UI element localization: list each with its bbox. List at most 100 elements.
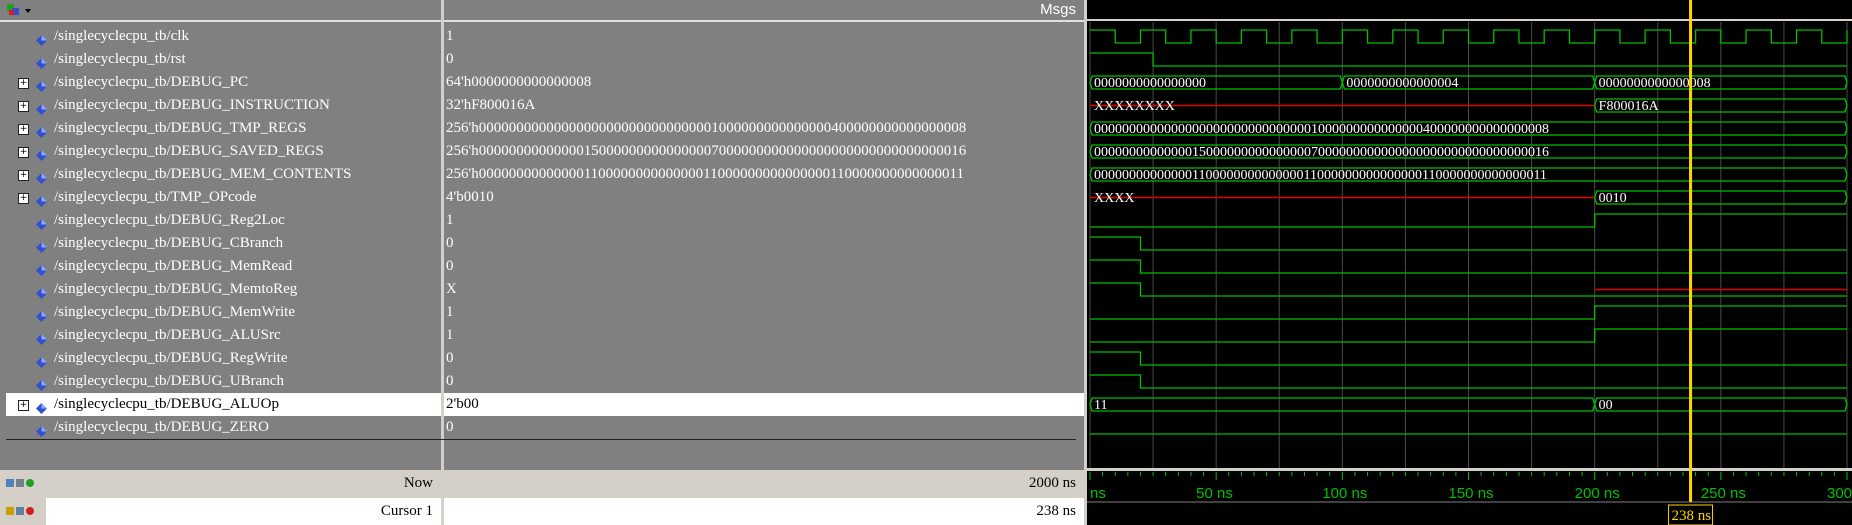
signal-value-row[interactable]: 0 bbox=[444, 370, 1084, 393]
signal-value: 1 bbox=[446, 327, 454, 343]
signal-diamond-icon bbox=[36, 146, 47, 161]
signal-name: /singlecyclecpu_tb/DEBUG_TMP_REGS bbox=[54, 120, 307, 136]
signal-value-row[interactable]: 0 bbox=[444, 232, 1084, 255]
cursor-badge-label: 238 ns bbox=[1672, 508, 1712, 524]
expand-icon[interactable]: + bbox=[18, 147, 29, 158]
expand-icon[interactable]: + bbox=[18, 124, 29, 135]
signal-value-row[interactable]: 2'b00 bbox=[444, 393, 1084, 416]
signal-value: 0 bbox=[446, 235, 454, 251]
add-cursor-icon[interactable] bbox=[26, 479, 34, 487]
delete-cursor-icon[interactable] bbox=[26, 507, 34, 515]
tmp-regs-label: 0000000000000000000000000000000100000000… bbox=[1094, 122, 1549, 137]
signal-value-row[interactable]: 1 bbox=[444, 25, 1084, 48]
cursor-toolbar-icons[interactable] bbox=[6, 498, 36, 525]
signal-name: /singlecyclecpu_tb/rst bbox=[54, 51, 186, 67]
signal-value-row[interactable]: 4'b0010 bbox=[444, 186, 1084, 209]
signal-values-pane[interactable]: Msgs 1 0 64'h0000000000000008 32'hF800016A 2… bbox=[444, 0, 1087, 470]
signal-value: 2'b00 bbox=[446, 396, 479, 412]
signal-name: /singlecyclecpu_tb/TMP_OPcode bbox=[54, 189, 257, 205]
signal-diamond-icon bbox=[36, 31, 47, 46]
opcode-segment-label: XXXX bbox=[1094, 191, 1134, 206]
wave-timeline-divider bbox=[1087, 468, 1852, 471]
signal-row[interactable]: + /singlecyclecpu_tb/DEBUG_SAVED_REGS bbox=[6, 140, 441, 163]
signal-value-row[interactable]: 256'h00000000000000110000000000000011000… bbox=[444, 163, 1084, 186]
signal-row[interactable]: /singlecyclecpu_tb/DEBUG_CBranch bbox=[6, 232, 441, 255]
signal-value-row[interactable]: 1 bbox=[444, 324, 1084, 347]
expand-icon[interactable]: + bbox=[18, 400, 29, 411]
signal-value-row[interactable]: 1 bbox=[444, 301, 1084, 324]
cursor-values-area: 2000 ns 238 ns bbox=[444, 470, 1084, 525]
signal-names-pane[interactable]: /singlecyclecpu_tb/clk/singlecyclecpu_tb… bbox=[0, 0, 444, 470]
signal-value-row[interactable]: 0 bbox=[444, 48, 1084, 71]
signal-row[interactable]: /singlecyclecpu_tb/rst bbox=[6, 48, 441, 71]
expand-icon[interactable]: + bbox=[18, 101, 29, 112]
expand-icon[interactable]: + bbox=[18, 78, 29, 89]
signal-diamond-icon bbox=[36, 376, 47, 391]
expand-icon[interactable]: + bbox=[18, 170, 29, 181]
signal-row[interactable]: /singlecyclecpu_tb/DEBUG_ZERO bbox=[6, 416, 441, 439]
signal-value: 256'h00000000000000110000000000000011000… bbox=[446, 166, 964, 182]
names-header bbox=[0, 0, 441, 22]
clk-wave bbox=[1090, 29, 1848, 44]
lock-icon[interactable] bbox=[6, 507, 14, 515]
cursor-row[interactable]: Cursor 1 bbox=[0, 498, 441, 525]
signal-row[interactable]: /singlecyclecpu_tb/DEBUG_MemtoReg bbox=[6, 278, 441, 301]
window-icon[interactable] bbox=[16, 479, 24, 487]
zoom-icon[interactable] bbox=[6, 479, 14, 487]
signal-row[interactable]: /singlecyclecpu_tb/DEBUG_Reg2Loc bbox=[6, 209, 441, 232]
signal-row[interactable]: /singlecyclecpu_tb/clk bbox=[6, 25, 441, 48]
signal-value-row[interactable]: 0 bbox=[444, 416, 1084, 439]
signal-value: 32'hF800016A bbox=[446, 97, 536, 113]
aluop-segment-label: 00 bbox=[1599, 398, 1613, 413]
expand-icon[interactable]: + bbox=[18, 193, 29, 204]
signal-diamond-icon bbox=[36, 353, 47, 368]
signal-value-row[interactable]: 256'h00000000000000000000000000000001000… bbox=[444, 117, 1084, 140]
signal-row[interactable]: /singlecyclecpu_tb/DEBUG_ALUSrc bbox=[6, 324, 441, 347]
signal-row[interactable]: + /singlecyclecpu_tb/DEBUG_INSTRUCTION bbox=[6, 94, 441, 117]
now-toolbar-icons[interactable] bbox=[6, 470, 36, 496]
list-end-divider bbox=[6, 439, 1076, 440]
signal-row[interactable]: + /singlecyclecpu_tb/DEBUG_PC bbox=[6, 71, 441, 94]
signal-name: /singlecyclecpu_tb/clk bbox=[54, 28, 189, 44]
signal-diamond-icon bbox=[36, 192, 47, 207]
signal-value-row[interactable]: 1 bbox=[444, 209, 1084, 232]
signal-value-row[interactable]: X bbox=[444, 278, 1084, 301]
signal-name: /singlecyclecpu_tb/DEBUG_Reg2Loc bbox=[54, 212, 285, 228]
timeline-tick-label: 100 ns bbox=[1322, 485, 1367, 502]
cursor-value-row: 238 ns bbox=[444, 498, 1084, 525]
mem-contents-label: 0000000000000011000000000000001100000000… bbox=[1094, 168, 1547, 183]
signal-diamond-icon bbox=[36, 422, 47, 437]
signal-value-row[interactable]: 32'hF800016A bbox=[444, 94, 1084, 117]
signal-name: /singlecyclecpu_tb/DEBUG_MemtoReg bbox=[54, 281, 298, 297]
signal-value-row[interactable]: 256'h00000000000000150000000000000007000… bbox=[444, 140, 1084, 163]
wave-toolbar-icon[interactable] bbox=[6, 3, 32, 22]
signal-diamond-icon bbox=[36, 123, 47, 138]
signal-name: /singlecyclecpu_tb/DEBUG_UBranch bbox=[54, 373, 284, 389]
signal-row[interactable]: + /singlecyclecpu_tb/DEBUG_MEM_CONTENTS bbox=[6, 163, 441, 186]
signal-row[interactable]: /singlecyclecpu_tb/DEBUG_MemWrite bbox=[6, 301, 441, 324]
signal-row[interactable]: /singlecyclecpu_tb/DEBUG_MemRead bbox=[6, 255, 441, 278]
timeline-tick-label: 300 bbox=[1827, 485, 1852, 502]
edit-cursor-icon[interactable] bbox=[16, 507, 24, 515]
cursor-line bbox=[1689, 0, 1693, 502]
waveform-pane[interactable]: 0000000000000000 0000000000000004 00000000… bbox=[1087, 0, 1852, 525]
pc-segment-label: 0000000000000008 bbox=[1599, 76, 1711, 91]
signal-row[interactable]: + /singlecyclecpu_tb/DEBUG_ALUOp bbox=[6, 393, 441, 416]
waveform-canvas[interactable]: 0000000000000000 0000000000000004 00000000… bbox=[1087, 0, 1852, 525]
signal-diamond-icon bbox=[36, 54, 47, 69]
signal-row[interactable]: /singlecyclecpu_tb/DEBUG_RegWrite bbox=[6, 347, 441, 370]
signal-value: 1 bbox=[446, 212, 454, 228]
instruction-segment-label: F800016A bbox=[1599, 99, 1660, 114]
signal-row[interactable]: + /singlecyclecpu_tb/TMP_OPcode bbox=[6, 186, 441, 209]
signal-value-row[interactable]: 0 bbox=[444, 347, 1084, 370]
signal-value: 0 bbox=[446, 350, 454, 366]
signal-value-row[interactable]: 0 bbox=[444, 255, 1084, 278]
signal-diamond-icon bbox=[36, 399, 47, 414]
signal-name: /singlecyclecpu_tb/DEBUG_ALUOp bbox=[54, 396, 279, 412]
signal-value-row[interactable]: 64'h0000000000000008 bbox=[444, 71, 1084, 94]
signal-row[interactable]: + /singlecyclecpu_tb/DEBUG_TMP_REGS bbox=[6, 117, 441, 140]
signal-name: /singlecyclecpu_tb/DEBUG_RegWrite bbox=[54, 350, 288, 366]
signal-name: /singlecyclecpu_tb/DEBUG_PC bbox=[54, 74, 249, 90]
signal-row[interactable]: /singlecyclecpu_tb/DEBUG_UBranch bbox=[6, 370, 441, 393]
signal-diamond-icon bbox=[36, 169, 47, 184]
